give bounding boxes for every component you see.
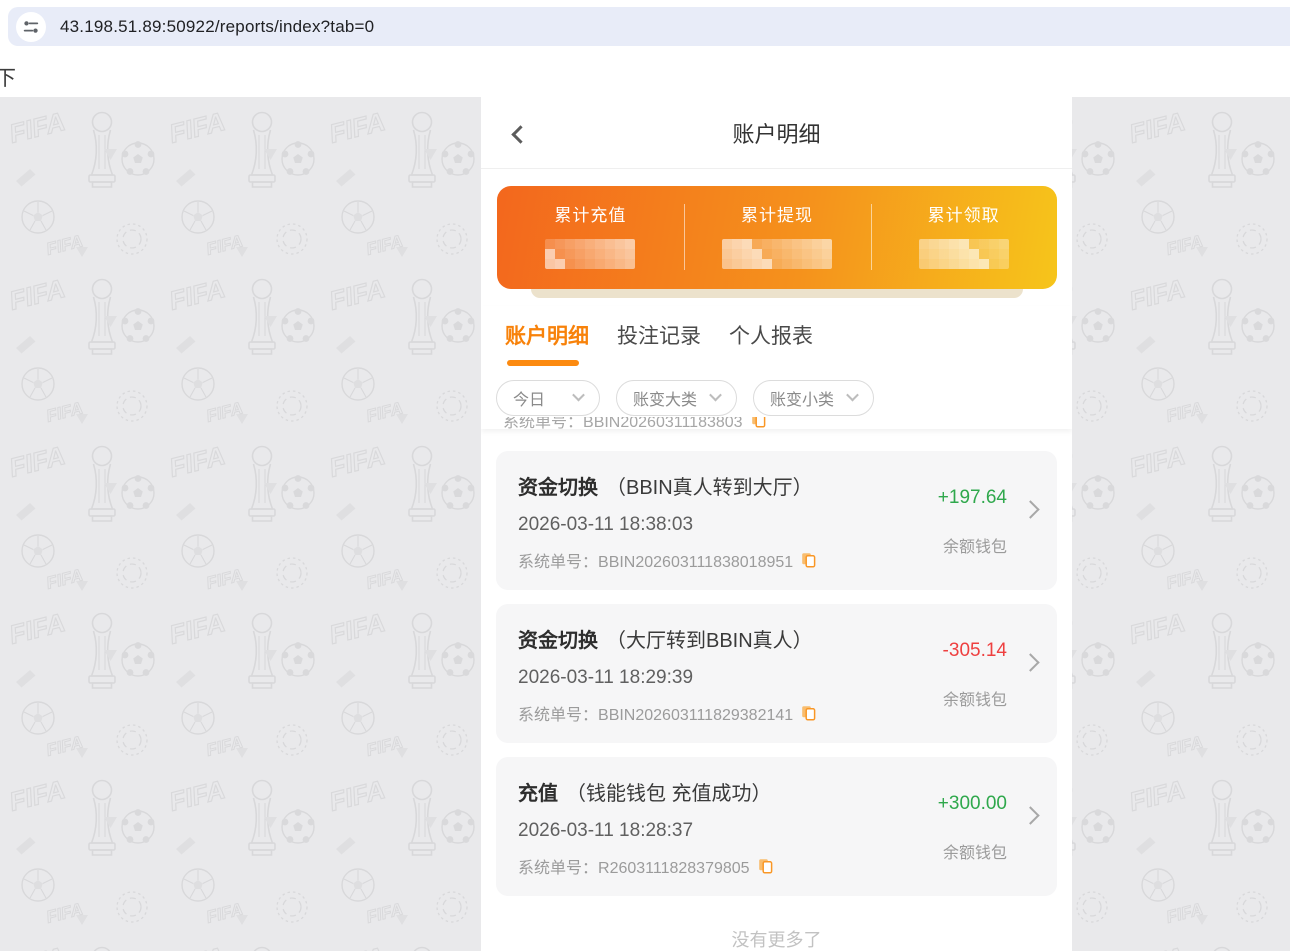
censored-value [722,239,832,269]
browser-top-bar: 43.198.51.89:50922/reports/index?tab=0 下 [0,0,1290,97]
transaction-amount: +197.64 [911,487,1007,509]
summary-divider [871,204,872,270]
filter-label: 账变大类 [633,386,697,410]
address-bar[interactable]: 43.198.51.89:50922/reports/index?tab=0 [8,7,1290,46]
transaction-row[interactable]: 资金切换（大厅转到BBIN真人） 2026-03-11 18:29:39 系统单… [496,604,1057,743]
transaction-amount: +300.00 [911,793,1007,815]
filter-label: 今日 [513,386,545,410]
clipped-page-text: 下 [0,62,16,92]
chevron-down-icon [572,389,585,402]
sticky-filter-panel: 账户明细 投注记录 个人报表 今日 账变大类 账变小类 [481,306,1072,429]
filters-row: 今日 账变大类 账变小类 [481,366,1072,416]
page-title: 账户明细 [732,117,820,149]
chevron-right-icon[interactable] [1021,500,1039,518]
copy-icon[interactable] [801,552,816,568]
page-background: FIFA [0,97,1290,951]
transaction-list: 资金切换（BBIN真人转到大厅） 2026-03-11 18:38:03 系统单… [481,429,1072,951]
transaction-datetime: 2026-03-11 18:28:37 [518,820,907,842]
clipped-list-row: 系统单号：BBIN20260311183803 [481,417,1072,429]
copy-icon[interactable] [751,417,766,428]
transaction-row[interactable]: 资金切换（BBIN真人转到大厅） 2026-03-11 18:38:03 系统单… [496,451,1057,590]
filter-major-category-dropdown[interactable]: 账变大类 [616,380,737,416]
tab-account-detail[interactable]: 账户明细 [505,320,589,352]
back-button[interactable] [505,121,531,147]
copy-icon[interactable] [758,858,773,874]
censored-value [545,239,635,269]
filter-label: 账变小类 [770,386,834,410]
copy-icon[interactable] [801,705,816,721]
summary-total-withdraw: 累计提现 [684,207,871,269]
censored-value [919,239,1009,269]
chevron-left-icon [511,125,529,143]
summary-total-recharge: 累计充值 [497,207,684,269]
tab-personal-report[interactable]: 个人报表 [729,320,813,352]
site-settings-icon [22,18,40,36]
summary-label: 累计充值 [497,201,684,226]
summary-total-claim: 累计领取 [870,207,1057,269]
wallet-label: 余额钱包 [911,686,1007,710]
chevron-right-icon[interactable] [1021,653,1039,671]
transaction-datetime: 2026-03-11 18:38:03 [518,514,907,536]
app-header: 账户明细 [481,97,1072,169]
transaction-order: 系统单号：R2603111828379805 [518,854,907,878]
summary-card: 累计充值 累计提现 累计领取 [497,186,1057,289]
account-detail-app: 账户明细 累计充值 累计提现 累计领取 [481,97,1072,951]
transaction-title: 资金切换（BBIN真人转到大厅） [518,471,907,500]
chevron-down-icon [709,389,722,402]
transaction-datetime: 2026-03-11 18:29:39 [518,667,907,689]
order-number: R2603111828379805 [598,860,750,877]
tab-bet-records[interactable]: 投注记录 [617,320,701,352]
transaction-order: 系统单号：BBIN202603111838018951 [518,548,907,572]
card-stack-strip [531,289,1023,298]
transaction-amount: -305.14 [911,640,1007,662]
transaction-row[interactable]: 充值（钱能钱包 充值成功） 2026-03-11 18:28:37 系统单号：R… [496,757,1057,896]
chevron-right-icon[interactable] [1021,806,1039,824]
wallet-label: 余额钱包 [911,839,1007,863]
order-number-partial: 系统单号：BBIN20260311183803 [503,417,743,429]
summary-label: 累计领取 [870,201,1057,226]
order-number: BBIN202603111829382141 [598,707,793,724]
filter-minor-category-dropdown[interactable]: 账变小类 [753,380,874,416]
wallet-label: 余额钱包 [911,533,1007,557]
no-more-text: 没有更多了 [496,910,1057,951]
transaction-title: 资金切换（大厅转到BBIN真人） [518,624,907,653]
filter-date-dropdown[interactable]: 今日 [496,380,600,416]
url-text[interactable]: 43.198.51.89:50922/reports/index?tab=0 [60,17,374,37]
site-settings-button[interactable] [16,12,46,42]
summary-section: 累计充值 累计提现 累计领取 [481,169,1072,306]
tabs-row: 账户明细 投注记录 个人报表 [481,320,1072,352]
order-number: BBIN202603111838018951 [598,554,793,571]
summary-divider [684,204,685,270]
transaction-order: 系统单号：BBIN202603111829382141 [518,701,907,725]
chevron-down-icon [846,389,859,402]
summary-label: 累计提现 [684,201,871,226]
transaction-title: 充值（钱能钱包 充值成功） [518,777,907,806]
